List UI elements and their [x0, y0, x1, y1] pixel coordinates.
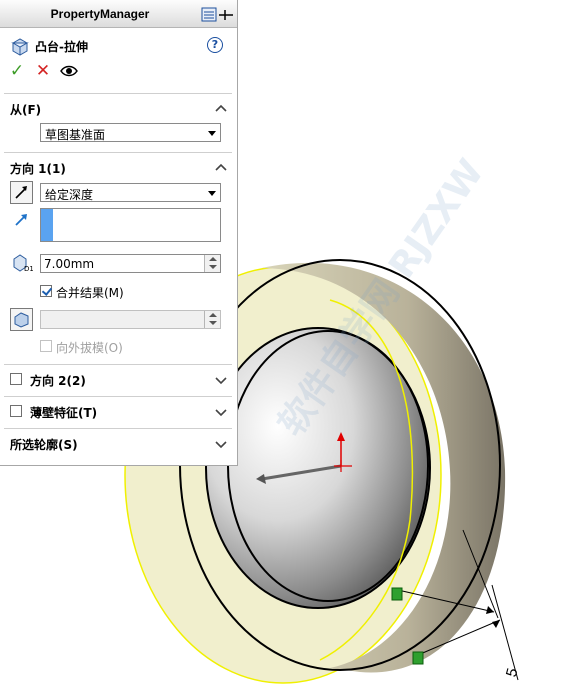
direction2-section-title[interactable]: 方向 2(2)	[30, 372, 86, 389]
svg-text:D1: D1	[24, 265, 33, 273]
feature-title: 凸台-拉伸	[35, 40, 88, 54]
chevron-up-icon[interactable]	[214, 162, 228, 172]
ok-button[interactable]: ✓	[8, 62, 26, 80]
direction2-checkbox[interactable]	[10, 373, 22, 385]
help-icon[interactable]: ?	[207, 37, 223, 53]
pin-icon[interactable]	[201, 7, 235, 23]
direction-selection-box[interactable]	[40, 208, 221, 242]
draft-outward-checkbox	[40, 340, 52, 352]
end-condition-value: 给定深度	[45, 188, 94, 202]
property-manager-header: PropertyManager	[0, 0, 237, 28]
chevron-down-icon[interactable]	[214, 375, 228, 385]
draft-outward-label: 向外拔模(O)	[56, 341, 123, 355]
selected-contours-section-title[interactable]: 所选轮廓(S)	[10, 436, 78, 453]
selection-focus-bar	[41, 209, 53, 241]
boss-extrude-icon	[11, 38, 29, 56]
drag-handle-2	[412, 651, 424, 665]
reverse-arrow-icon	[15, 186, 27, 199]
chevron-down-icon	[208, 191, 216, 196]
end-condition-select[interactable]: 给定深度	[40, 183, 221, 202]
direction-vector-icon	[15, 214, 27, 226]
chevron-down-icon	[208, 131, 216, 136]
draft-angle-input	[40, 310, 221, 329]
drag-handle-1	[391, 587, 403, 601]
divider	[4, 396, 232, 397]
reverse-direction-button[interactable]	[10, 181, 33, 204]
cancel-button[interactable]: ✕	[34, 62, 52, 80]
start-condition-value: 草图基准面	[45, 128, 106, 142]
thin-feature-checkbox[interactable]	[10, 405, 22, 417]
draft-toggle-button[interactable]	[10, 308, 33, 331]
depth-input[interactable]: 7.00mm	[40, 254, 221, 273]
thin-feature-section-title[interactable]: 薄壁特征(T)	[30, 404, 97, 421]
chevron-down-icon[interactable]	[214, 439, 228, 449]
divider	[4, 152, 232, 153]
direction1-section-title[interactable]: 方向 1(1)	[10, 160, 66, 177]
divider	[4, 93, 232, 94]
divider	[4, 364, 232, 365]
depth-value: 7.00mm	[44, 257, 95, 271]
chevron-down-icon[interactable]	[214, 407, 228, 417]
draft-angle-spinner	[204, 311, 220, 328]
property-manager-panel: PropertyManager 凸台-拉伸 ? ✓ ✕ 从(F) 草图基准面 方…	[0, 0, 238, 466]
draft-icon	[14, 312, 29, 328]
eye-icon[interactable]	[60, 62, 78, 80]
depth-icon: D1	[13, 254, 33, 273]
merge-result-checkbox[interactable]	[40, 285, 52, 297]
from-section-title[interactable]: 从(F)	[10, 101, 41, 118]
chevron-up-icon[interactable]	[214, 103, 228, 113]
merge-result-label: 合并结果(M)	[56, 286, 124, 300]
property-manager-title: PropertyManager	[50, 7, 150, 21]
start-condition-select[interactable]: 草图基准面	[40, 123, 221, 142]
divider	[4, 428, 232, 429]
depth-spinner[interactable]	[204, 255, 220, 272]
